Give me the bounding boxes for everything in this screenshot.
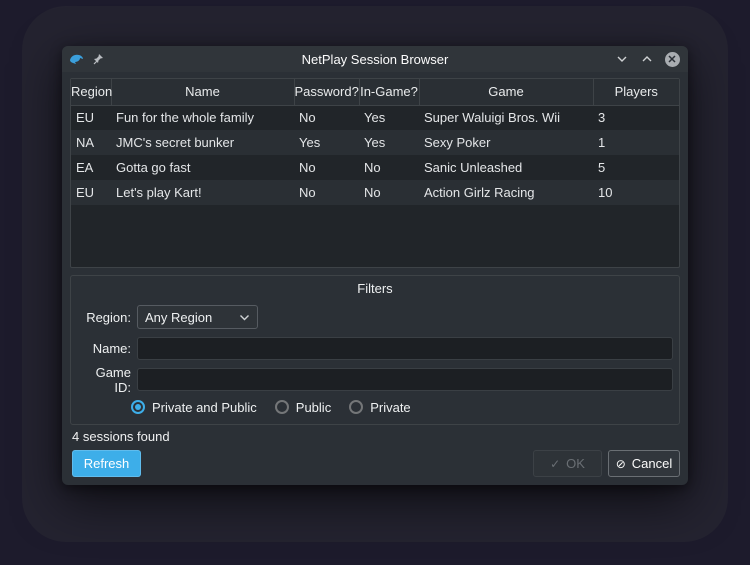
- maximize-icon[interactable]: [639, 51, 655, 67]
- visibility-radio-option[interactable]: Private: [349, 400, 410, 415]
- column-header[interactable]: Region: [71, 79, 111, 105]
- visibility-radio-option[interactable]: Private and Public: [131, 400, 257, 415]
- column-header[interactable]: Password?: [294, 79, 359, 105]
- session-cell: Sexy Poker: [419, 130, 593, 155]
- refresh-button[interactable]: Refresh: [72, 450, 141, 477]
- minimize-icon[interactable]: [614, 51, 630, 67]
- session-cell: Fun for the whole family: [111, 105, 294, 130]
- column-header[interactable]: In-Game?: [359, 79, 419, 105]
- session-cell: Gotta go fast: [111, 155, 294, 180]
- refresh-button-label: Refresh: [84, 456, 130, 471]
- chevron-down-icon: [239, 314, 250, 321]
- column-header[interactable]: Name: [111, 79, 294, 105]
- column-header[interactable]: Game: [419, 79, 593, 105]
- session-cell: Action Girlz Racing: [419, 180, 593, 205]
- session-row[interactable]: NAJMC's secret bunkerYesYesSexy Poker1: [71, 130, 679, 155]
- radio-option-label: Public: [296, 400, 331, 415]
- session-cell: No: [294, 105, 359, 130]
- radio-unselected-icon[interactable]: [349, 400, 363, 414]
- cancel-button[interactable]: ⊘ Cancel: [608, 450, 680, 477]
- radio-option-label: Private: [370, 400, 410, 415]
- region-dropdown[interactable]: Any Region: [137, 305, 258, 329]
- session-cell: Yes: [359, 130, 419, 155]
- table-header-row: RegionNamePassword?In-Game?GamePlayers: [71, 79, 679, 105]
- game-id-label: Game ID:: [79, 365, 131, 395]
- radio-selected-icon[interactable]: [131, 400, 145, 414]
- session-cell: 5: [593, 155, 679, 180]
- session-cell: EU: [71, 105, 111, 130]
- ok-button[interactable]: ✓ OK: [533, 450, 602, 477]
- session-cell: EA: [71, 155, 111, 180]
- radio-option-label: Private and Public: [152, 400, 257, 415]
- session-cell: Sanic Unleashed: [419, 155, 593, 180]
- session-cell: NA: [71, 130, 111, 155]
- session-cell: EU: [71, 180, 111, 205]
- session-table: RegionNamePassword?In-Game?GamePlayers E…: [70, 78, 680, 268]
- name-input[interactable]: [137, 337, 673, 360]
- session-cell: Let's play Kart!: [111, 180, 294, 205]
- session-cell: Super Waluigi Bros. Wii: [419, 105, 593, 130]
- pin-keep-above-icon[interactable]: [93, 53, 104, 65]
- session-cell: JMC's secret bunker: [111, 130, 294, 155]
- session-cell: 1: [593, 130, 679, 155]
- session-cell: 3: [593, 105, 679, 130]
- cancel-slash-icon: ⊘: [616, 458, 626, 470]
- dolphin-app-icon: [69, 53, 84, 65]
- filters-title: Filters: [71, 281, 679, 296]
- name-label: Name:: [79, 341, 131, 356]
- session-table-body: EUFun for the whole familyNoYesSuper Wal…: [71, 105, 679, 205]
- session-cell: No: [294, 155, 359, 180]
- session-cell: Yes: [359, 105, 419, 130]
- visibility-radio-option[interactable]: Public: [275, 400, 331, 415]
- radio-unselected-icon[interactable]: [275, 400, 289, 414]
- session-cell: No: [294, 180, 359, 205]
- visibility-radio-group: Private and Public Public Private: [79, 398, 673, 416]
- session-row[interactable]: EUFun for the whole familyNoYesSuper Wal…: [71, 105, 679, 130]
- game-id-input[interactable]: [137, 368, 673, 391]
- window-title: NetPlay Session Browser: [62, 52, 688, 67]
- checkmark-icon: ✓: [550, 458, 560, 470]
- session-cell: 10: [593, 180, 679, 205]
- netplay-session-browser-window: NetPlay Session Browser: [62, 46, 688, 485]
- session-row[interactable]: EAGotta go fastNoNoSanic Unleashed5: [71, 155, 679, 180]
- column-header[interactable]: Players: [593, 79, 679, 105]
- filters-groupbox: Filters Region: Any Region Name: Game ID…: [70, 275, 680, 425]
- cancel-button-label: Cancel: [632, 456, 672, 471]
- status-text: 4 sessions found: [72, 429, 170, 444]
- session-row[interactable]: EULet's play Kart!NoNoAction Girlz Racin…: [71, 180, 679, 205]
- ok-button-label: OK: [566, 456, 585, 471]
- close-icon[interactable]: [664, 51, 680, 67]
- region-dropdown-value: Any Region: [145, 310, 239, 325]
- region-label: Region:: [79, 310, 131, 325]
- session-cell: No: [359, 155, 419, 180]
- titlebar[interactable]: NetPlay Session Browser: [62, 46, 688, 72]
- session-cell: Yes: [294, 130, 359, 155]
- session-cell: No: [359, 180, 419, 205]
